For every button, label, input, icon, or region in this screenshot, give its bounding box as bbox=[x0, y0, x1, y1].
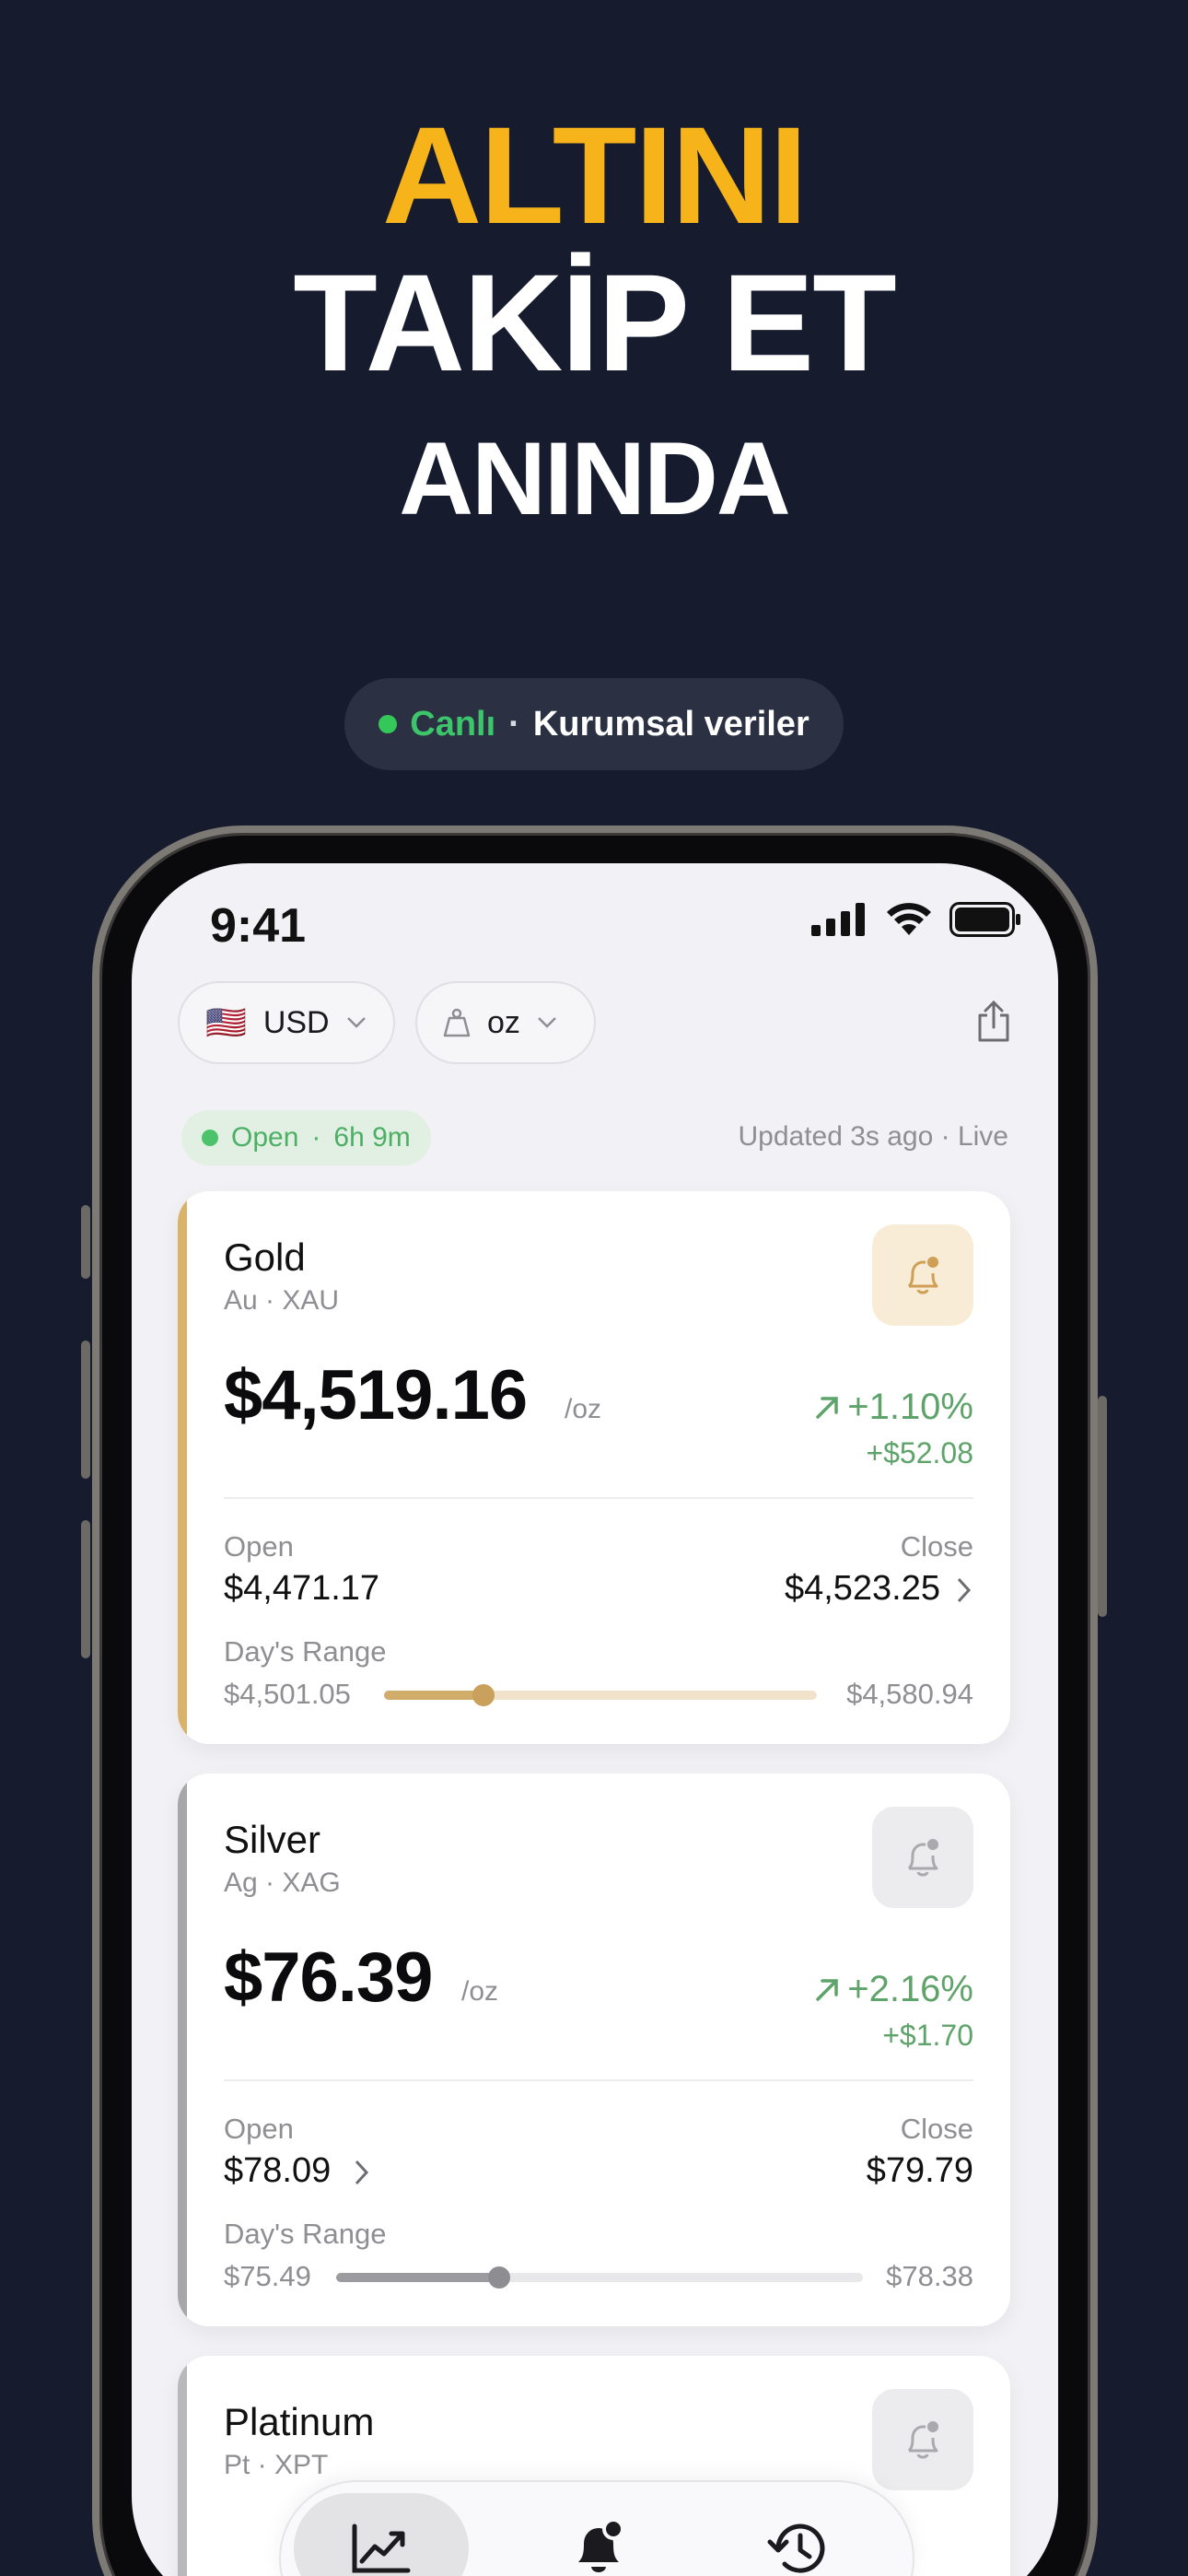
change-percent-value: +1.10% bbox=[847, 1387, 973, 1427]
tab-prices[interactable] bbox=[294, 2493, 469, 2576]
close-label: Close bbox=[900, 2113, 973, 2145]
range-high: $78.38 bbox=[886, 2260, 973, 2292]
card-accent-bar bbox=[178, 2356, 187, 2576]
change-percent: +2.16% bbox=[814, 1969, 973, 2010]
chevron-down-icon bbox=[346, 1017, 366, 1028]
signal-icon bbox=[811, 903, 865, 936]
headline-line-1: ALTINI bbox=[381, 98, 808, 252]
change-percent: +1.10% bbox=[814, 1387, 973, 1428]
day-range-label: Day's Range bbox=[224, 2218, 387, 2250]
metal-symbol: Ag · XAG bbox=[224, 1868, 341, 1898]
price-unit: /oz bbox=[565, 1394, 602, 1424]
live-dot-icon bbox=[379, 715, 398, 733]
metal-symbol: Au · XAU bbox=[224, 1285, 340, 1316]
metal-price: $76.39 bbox=[224, 1938, 433, 2017]
day-range-track bbox=[384, 1684, 817, 1706]
source-label: Kurumsal veriler bbox=[532, 704, 809, 744]
day-range-marker bbox=[488, 2266, 511, 2289]
card-divider bbox=[224, 1497, 973, 1499]
day-range-label: Day's Range bbox=[224, 1635, 387, 1668]
bell-alert-icon bbox=[907, 1839, 938, 1877]
share-icon bbox=[978, 1001, 1009, 1042]
card-divider bbox=[224, 2079, 973, 2081]
change-absolute: +$52.08 bbox=[866, 1436, 973, 1469]
range-low: $4,501.05 bbox=[224, 1678, 351, 1710]
share-button[interactable] bbox=[966, 994, 1021, 1049]
us-flag-icon: 🇺🇸 bbox=[205, 1003, 247, 1041]
close-value: $4,523.25 bbox=[784, 1569, 940, 1608]
card-accent-bar bbox=[178, 1191, 187, 1744]
chart-icon bbox=[352, 2523, 411, 2573]
change-absolute: +$1.70 bbox=[882, 2019, 973, 2052]
market-time-left: 6h 9m bbox=[333, 1122, 411, 1153]
metal-name: Platinum bbox=[224, 2400, 375, 2443]
metal-card-gold[interactable]: Gold Au · XAU $4,519.16 /oz +1.10% +$52.… bbox=[178, 1191, 1010, 1744]
day-range-fill bbox=[336, 2273, 500, 2282]
day-range-track bbox=[336, 2266, 863, 2289]
tab-alerts[interactable] bbox=[511, 2493, 686, 2576]
market-status-label: Open bbox=[231, 1122, 299, 1153]
arrow-up-right-icon bbox=[816, 1396, 838, 1419]
price-alert-button[interactable] bbox=[872, 1807, 973, 1908]
open-label: Open bbox=[224, 1530, 294, 1563]
power-button bbox=[1098, 1396, 1107, 1617]
unit-selector[interactable]: oz bbox=[415, 981, 596, 1064]
market-status-badge: Open · 6h 9m bbox=[181, 1110, 431, 1165]
day-range-fill bbox=[384, 1691, 484, 1700]
bell-icon bbox=[578, 2518, 624, 2572]
close-value: $79.79 bbox=[866, 2151, 973, 2190]
phone-screen: 9:41 🇺🇸 USD oz Open · 6h 9m Updated 3s a… bbox=[132, 863, 1058, 2576]
chevron-right-icon[interactable] bbox=[353, 2159, 371, 2186]
battery-icon bbox=[949, 902, 1020, 937]
metal-name: Silver bbox=[224, 1818, 321, 1861]
app-store-screenshot: ALTINI TAKİP ET ANINDA Canlı · Kurumsal … bbox=[0, 0, 1188, 2576]
currency-label: USD bbox=[262, 1004, 330, 1040]
open-value: $78.09 bbox=[224, 2151, 332, 2190]
chevron-down-icon bbox=[538, 1017, 556, 1028]
close-label: Close bbox=[900, 1530, 973, 1563]
wifi-icon bbox=[887, 903, 931, 935]
arrow-up-right-icon bbox=[816, 1978, 838, 2001]
price-alert-button[interactable] bbox=[872, 2389, 973, 2490]
mute-switch bbox=[81, 1205, 90, 1279]
status-dot-icon bbox=[202, 1130, 218, 1146]
badge-separator: · bbox=[508, 704, 520, 744]
change-percent-value: +2.16% bbox=[847, 1969, 973, 2009]
metal-name: Gold bbox=[224, 1235, 306, 1279]
range-high: $4,580.94 bbox=[846, 1678, 973, 1710]
weight-icon bbox=[443, 1008, 471, 1037]
status-icons bbox=[811, 902, 1021, 937]
volume-up-button bbox=[81, 1341, 90, 1479]
range-low: $75.49 bbox=[224, 2260, 311, 2292]
status-time: 9:41 bbox=[210, 899, 307, 953]
day-range-marker bbox=[472, 1684, 495, 1706]
tab-history[interactable] bbox=[708, 2493, 883, 2576]
live-label: Canlı bbox=[410, 704, 496, 744]
bell-alert-icon bbox=[907, 1257, 938, 1294]
currency-selector[interactable]: 🇺🇸 USD bbox=[178, 981, 395, 1064]
headline-line-2: TAKİP ET bbox=[293, 245, 897, 400]
metal-price: $4,519.16 bbox=[224, 1356, 528, 1434]
open-value: $4,471.17 bbox=[224, 1569, 380, 1608]
market-status-separator: · bbox=[311, 1122, 321, 1153]
chevron-right-icon[interactable] bbox=[955, 1576, 973, 1604]
price-alert-button[interactable] bbox=[872, 1224, 973, 1326]
history-icon bbox=[767, 2523, 825, 2573]
metal-card-silver[interactable]: Silver Ag · XAG $76.39 /oz +2.16% +$1.70… bbox=[178, 1774, 1010, 2326]
price-unit: /oz bbox=[461, 1976, 499, 2007]
updated-timestamp: Updated 3s ago · Live bbox=[738, 1121, 1008, 1152]
headline-line-3: ANINDA bbox=[399, 421, 791, 536]
unit-label: oz bbox=[487, 1004, 520, 1040]
live-data-badge: Canlı · Kurumsal veriler bbox=[344, 678, 844, 770]
bell-alert-icon bbox=[907, 2421, 938, 2459]
volume-down-button bbox=[81, 1520, 90, 1658]
open-label: Open bbox=[224, 2113, 294, 2145]
metal-symbol: Pt · XPT bbox=[224, 2450, 329, 2480]
tab-bar bbox=[279, 2480, 914, 2576]
card-accent-bar bbox=[178, 1774, 187, 2326]
